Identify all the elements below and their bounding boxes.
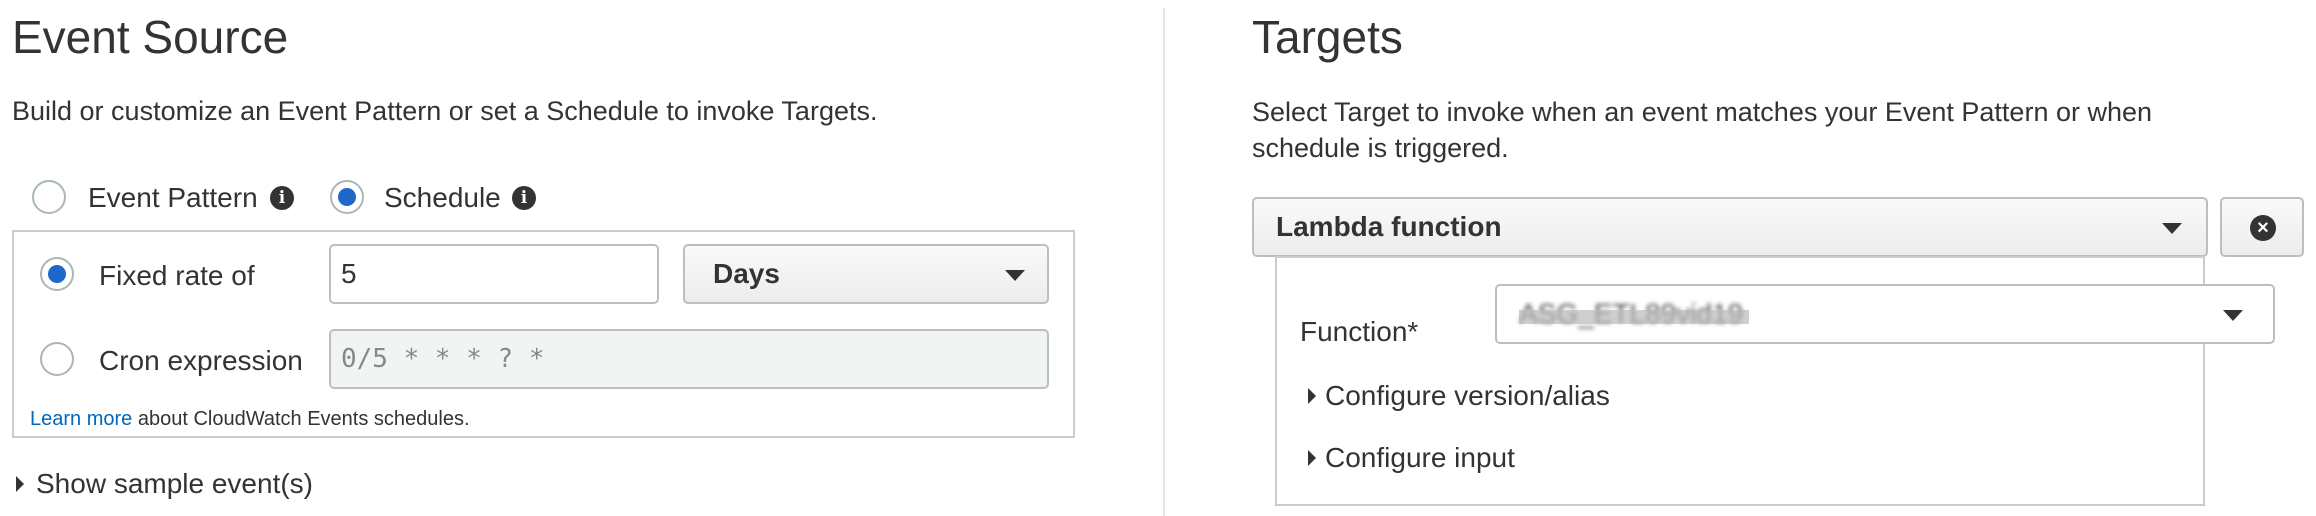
function-select[interactable]: ASG_ETL89vid19 (1495, 284, 2275, 344)
redaction-bar (1519, 310, 1749, 324)
show-sample-events[interactable]: Show sample event(s) (36, 468, 313, 500)
configure-version-toggle[interactable]: Configure version/alias (1325, 380, 1610, 412)
target-config-panel: Function* ASG_ETL89vid19 Configure versi… (1275, 256, 2275, 506)
remove-target-button[interactable]: × (2220, 197, 2304, 257)
caret-right-icon (1308, 388, 1316, 404)
cron-input[interactable]: 0/5 * * * ? * (329, 329, 1049, 389)
schedule-label: Schedule (384, 182, 501, 213)
fixed-rate-radio[interactable] (40, 257, 74, 291)
schedule-radio[interactable] (330, 180, 364, 214)
function-label: Function* (1300, 316, 1419, 347)
targets-description-line-2: schedule is triggered. (1252, 133, 1509, 163)
event-source-description: Build or customize an Event Pattern or s… (12, 96, 878, 126)
cron-label: Cron expression (99, 345, 303, 376)
targets-title: Targets (1252, 11, 1403, 63)
schedule-panel: Fixed rate of 5 Days Cron expression 0/5… (12, 230, 1075, 438)
chevron-down-icon (2223, 310, 2243, 321)
chevron-down-icon (1005, 270, 1025, 281)
learn-more-text: Learn more about CloudWatch Events sched… (30, 408, 470, 431)
learn-more-link[interactable]: Learn more (30, 408, 132, 430)
fixed-rate-label: Fixed rate of (99, 260, 255, 291)
targets-description: Select Target to invoke when an event ma… (1252, 94, 2152, 166)
configure-input-toggle[interactable]: Configure input (1325, 442, 1515, 474)
rate-unit-value: Days (713, 258, 780, 289)
learn-more-rest: about CloudWatch Events schedules. (132, 408, 470, 430)
event-pattern-radio[interactable] (32, 180, 66, 214)
chevron-down-icon (2162, 223, 2182, 234)
cron-radio[interactable] (40, 342, 74, 376)
target-type-select[interactable]: Lambda function (1252, 197, 2208, 257)
close-icon: × (2250, 215, 2276, 241)
info-icon[interactable]: i (270, 186, 294, 210)
caret-right-icon (16, 476, 24, 492)
fixed-rate-input[interactable]: 5 (329, 244, 659, 304)
rate-unit-select[interactable]: Days (683, 244, 1049, 304)
event-source-title: Event Source (12, 11, 289, 63)
event-pattern-label: Event Pattern (88, 182, 258, 213)
target-type-value: Lambda function (1276, 211, 1502, 242)
targets-description-line-1: Select Target to invoke when an event ma… (1252, 97, 2153, 127)
caret-right-icon (1308, 450, 1316, 466)
divider (1163, 8, 1165, 516)
info-icon[interactable]: i (512, 186, 536, 210)
